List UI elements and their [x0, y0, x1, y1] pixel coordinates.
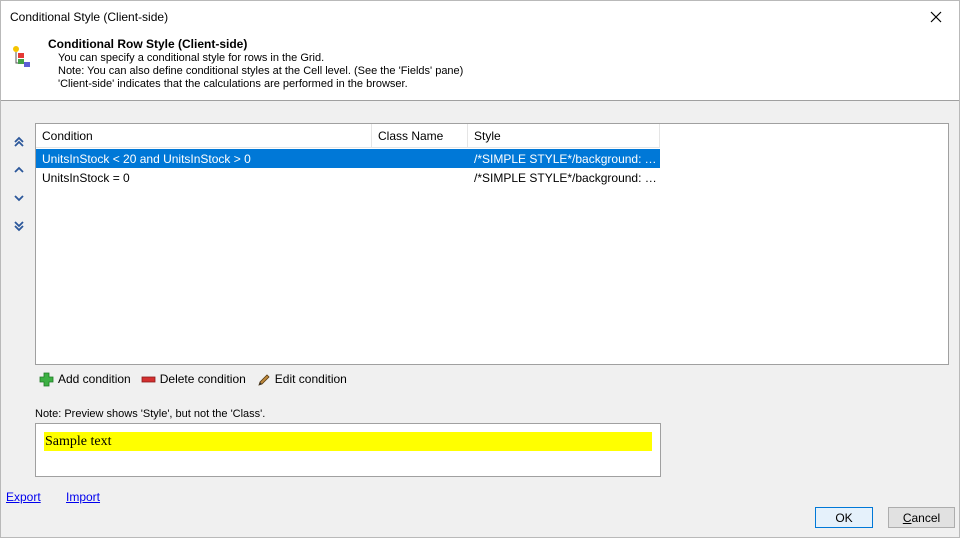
move-up-button[interactable] [9, 156, 29, 184]
add-condition-button[interactable]: Add condition [39, 370, 135, 388]
delete-condition-label: Delete condition [159, 372, 246, 386]
close-icon [930, 11, 942, 22]
ok-button[interactable]: OK [815, 507, 873, 528]
plus-icon [39, 372, 54, 386]
conditional-style-icon [13, 46, 30, 67]
header-line: Note: You can also define conditional st… [58, 65, 464, 77]
add-condition-label: Add condition [58, 372, 131, 386]
cell-style: /*SIMPLE STYLE*/background: Y... [474, 152, 660, 166]
column-header-condition[interactable]: Condition [36, 124, 372, 148]
header-line: 'Client-side' indicates that the calcula… [58, 78, 408, 90]
cell-condition: UnitsInStock < 20 and UnitsInStock > 0 [42, 152, 251, 166]
header-description: You can specify a conditional style for … [58, 52, 463, 91]
header-title: Conditional Row Style (Client-side) [48, 37, 248, 51]
move-buttons [9, 128, 29, 240]
edit-condition-button[interactable]: Edit condition [256, 370, 351, 388]
cell-class-name [372, 149, 468, 168]
table-row[interactable]: UnitsInStock < 20 and UnitsInStock > 0 /… [36, 149, 660, 168]
grid-header: Condition Class Name Style [36, 124, 660, 148]
dialog-header: Conditional Row Style (Client-side) You … [1, 32, 959, 101]
column-header-style[interactable]: Style [468, 124, 660, 148]
chevron-up-icon [14, 166, 24, 173]
pencil-icon [258, 373, 270, 386]
edit-condition-label: Edit condition [274, 372, 347, 386]
preview-sample-text: Sample text [44, 432, 652, 451]
preview-note: Note: Preview shows 'Style', but not the… [35, 408, 266, 420]
close-button[interactable] [913, 1, 959, 32]
conditions-grid[interactable]: Condition Class Name Style UnitsInStock … [35, 123, 949, 365]
double-chevron-down-icon [14, 221, 24, 232]
title-bar: Conditional Style (Client-side) [1, 1, 959, 32]
table-row[interactable]: UnitsInStock = 0 /*SIMPLE STYLE*/backgro… [36, 168, 660, 187]
import-link[interactable]: Import [66, 490, 100, 504]
header-line: You can specify a conditional style for … [58, 52, 325, 64]
move-down-button[interactable] [9, 184, 29, 212]
column-header-class-name[interactable]: Class Name [372, 124, 468, 148]
ok-button-label: OK [835, 510, 853, 525]
double-chevron-up-icon [14, 136, 24, 147]
dialog-window: Conditional Style (Client-side) Conditio… [0, 0, 960, 538]
delete-condition-button[interactable]: Delete condition [141, 370, 250, 388]
cancel-accelerator: C [902, 510, 912, 525]
cell-condition: UnitsInStock = 0 [42, 171, 130, 185]
cancel-button[interactable]: Cancel [888, 507, 955, 528]
condition-toolbar: Add condition Delete condition Edit cond… [39, 370, 351, 388]
cancel-button-label: ancel [911, 510, 941, 525]
move-to-top-button[interactable] [9, 128, 29, 156]
export-link[interactable]: Export [6, 490, 41, 504]
minus-icon [141, 376, 156, 382]
chevron-down-icon [14, 195, 24, 202]
cell-class-name [372, 168, 468, 187]
preview-box: Sample text [35, 423, 661, 477]
move-to-bottom-button[interactable] [9, 212, 29, 240]
cell-style: /*SIMPLE STYLE*/background: R... [474, 171, 660, 185]
window-title: Conditional Style (Client-side) [10, 10, 169, 24]
